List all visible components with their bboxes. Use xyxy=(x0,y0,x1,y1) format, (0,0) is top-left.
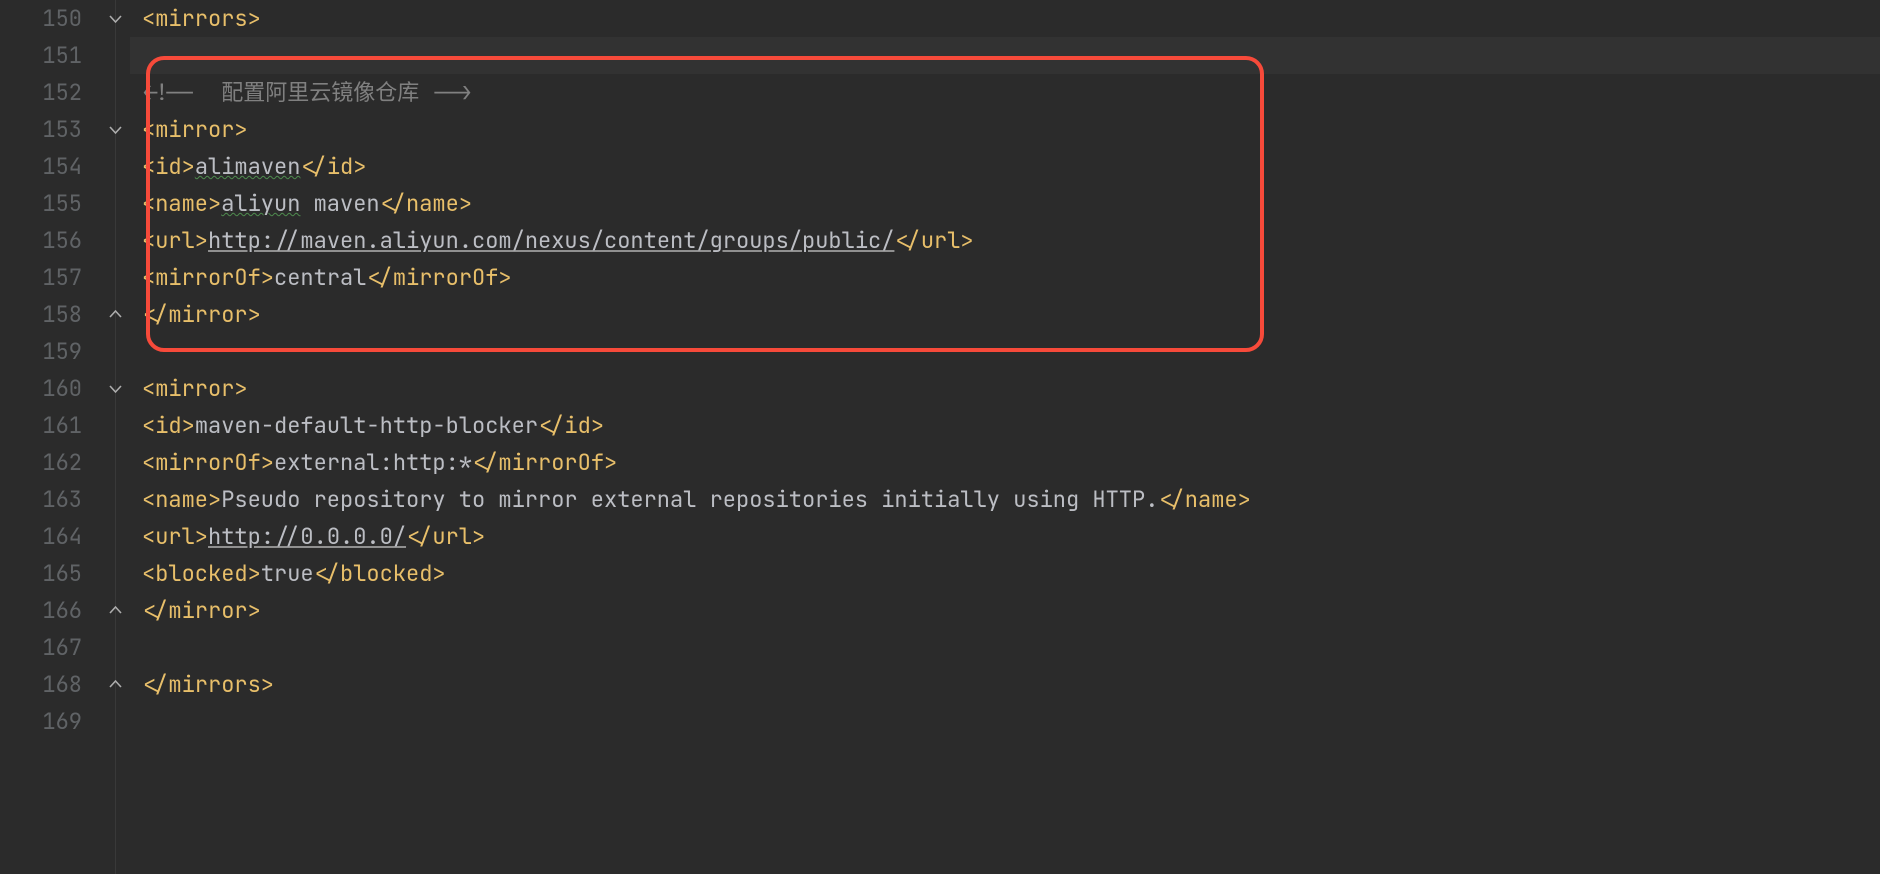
line-number[interactable]: 150 xyxy=(0,0,82,37)
xml-text: maven xyxy=(314,189,380,218)
code-editor[interactable]: 150 151 152 153 154 155 156 157 158 159 … xyxy=(0,0,1880,874)
fold-expand-up-icon[interactable] xyxy=(107,602,124,619)
line-number[interactable]: 154 xyxy=(0,148,82,185)
xml-tag: </mirror> xyxy=(142,596,261,625)
line-number[interactable]: 151 xyxy=(0,37,82,74)
fold-expand-up-icon[interactable] xyxy=(107,676,124,693)
xml-comment: --> xyxy=(432,78,472,107)
xml-tag: <mirrors> xyxy=(142,4,261,33)
line-number[interactable]: 166 xyxy=(0,592,82,629)
xml-tag: <url> xyxy=(142,522,208,551)
code-line[interactable]: <url>http://0.0.0.0/</url> xyxy=(130,518,1880,555)
xml-tag: </mirror> xyxy=(142,300,261,329)
xml-url[interactable]: http://0.0.0.0/ xyxy=(208,522,406,551)
xml-tag: <mirror> xyxy=(142,374,248,403)
line-number[interactable]: 164 xyxy=(0,518,82,555)
xml-tag: <url> xyxy=(142,226,208,255)
code-line[interactable]: </mirror> xyxy=(130,592,1880,629)
line-number-gutter[interactable]: 150 151 152 153 154 155 156 157 158 159 … xyxy=(0,0,100,874)
code-line[interactable]: <url>http://maven.aliyun.com/nexus/conte… xyxy=(130,222,1880,259)
code-line[interactable]: <name>Pseudo repository to mirror extern… xyxy=(130,481,1880,518)
code-line[interactable]: <blocked>true</blocked> xyxy=(130,555,1880,592)
xml-tag: <id> xyxy=(142,411,195,440)
xml-tag: </blocked> xyxy=(314,559,446,588)
line-number[interactable]: 156 xyxy=(0,222,82,259)
code-line[interactable] xyxy=(130,37,1880,74)
xml-tag: <blocked> xyxy=(142,559,261,588)
line-number[interactable]: 158 xyxy=(0,296,82,333)
xml-tag: <name> xyxy=(142,189,221,218)
xml-tag: </mirrorOf> xyxy=(472,448,617,477)
line-number[interactable]: 157 xyxy=(0,259,82,296)
xml-tag: </url> xyxy=(894,226,973,255)
xml-comment: <!-- xyxy=(142,78,208,107)
xml-text: aliyun xyxy=(221,189,300,218)
xml-tag: </mirrorOf> xyxy=(366,263,511,292)
line-number[interactable]: 159 xyxy=(0,333,82,370)
fold-collapse-icon[interactable] xyxy=(107,10,124,27)
code-line[interactable]: <mirror> xyxy=(130,111,1880,148)
xml-url[interactable]: http://maven.aliyun.com/nexus/content/gr… xyxy=(208,226,894,255)
xml-text: Pseudo repository to mirror external rep… xyxy=(221,485,1158,514)
code-line[interactable]: <name>aliyun maven</name> xyxy=(130,185,1880,222)
xml-tag: </mirrors> xyxy=(142,670,274,699)
line-number[interactable]: 162 xyxy=(0,444,82,481)
code-line[interactable]: <!-- 配置阿里云镜像仓库 --> xyxy=(130,74,1880,111)
code-area[interactable]: <mirrors> <!-- 配置阿里云镜像仓库 --> <mirror> <i… xyxy=(130,0,1880,874)
code-line[interactable]: <mirrors> xyxy=(130,0,1880,37)
xml-tag: <mirrorOf> xyxy=(142,263,274,292)
line-number[interactable]: 165 xyxy=(0,555,82,592)
xml-text: alimaven xyxy=(195,152,301,181)
code-line[interactable]: <id>alimaven</id> xyxy=(130,148,1880,185)
xml-tag: <id> xyxy=(142,152,195,181)
line-number[interactable]: 169 xyxy=(0,703,82,740)
fold-collapse-icon[interactable] xyxy=(107,380,124,397)
line-number[interactable]: 167 xyxy=(0,629,82,666)
line-number[interactable]: 152 xyxy=(0,74,82,111)
line-number[interactable]: 168 xyxy=(0,666,82,703)
fold-collapse-icon[interactable] xyxy=(107,121,124,138)
xml-tag: <name> xyxy=(142,485,221,514)
line-number[interactable]: 155 xyxy=(0,185,82,222)
code-line[interactable]: </mirror> xyxy=(130,296,1880,333)
xml-text: external:http:* xyxy=(274,448,472,477)
xml-text: true xyxy=(261,559,314,588)
xml-text xyxy=(300,189,313,218)
xml-tag: <mirrorOf> xyxy=(142,448,274,477)
xml-tag: </id> xyxy=(300,152,366,181)
line-number[interactable]: 163 xyxy=(0,481,82,518)
code-line[interactable]: <mirrorOf>external:http:*</mirrorOf> xyxy=(130,444,1880,481)
line-number[interactable]: 161 xyxy=(0,407,82,444)
code-line[interactable]: <mirror> xyxy=(130,370,1880,407)
xml-tag: </url> xyxy=(406,522,485,551)
line-number[interactable]: 160 xyxy=(0,370,82,407)
code-line[interactable] xyxy=(130,703,1880,740)
xml-tag: <mirror> xyxy=(142,115,248,144)
xml-tag: </name> xyxy=(380,189,472,218)
xml-text: central xyxy=(274,263,366,292)
xml-comment-text: 配置阿里云镜像仓库 xyxy=(208,78,432,107)
line-number[interactable]: 153 xyxy=(0,111,82,148)
code-line[interactable]: <mirrorOf>central</mirrorOf> xyxy=(130,259,1880,296)
code-line[interactable] xyxy=(130,629,1880,666)
xml-tag: </id> xyxy=(538,411,604,440)
code-line[interactable]: <id>maven-default-http-blocker</id> xyxy=(130,407,1880,444)
xml-text: maven-default-http-blocker xyxy=(195,411,538,440)
code-line[interactable] xyxy=(130,333,1880,370)
fold-expand-up-icon[interactable] xyxy=(107,306,124,323)
xml-tag: </name> xyxy=(1158,485,1250,514)
fold-gutter[interactable] xyxy=(100,0,130,874)
code-line[interactable]: </mirrors> xyxy=(130,666,1880,703)
